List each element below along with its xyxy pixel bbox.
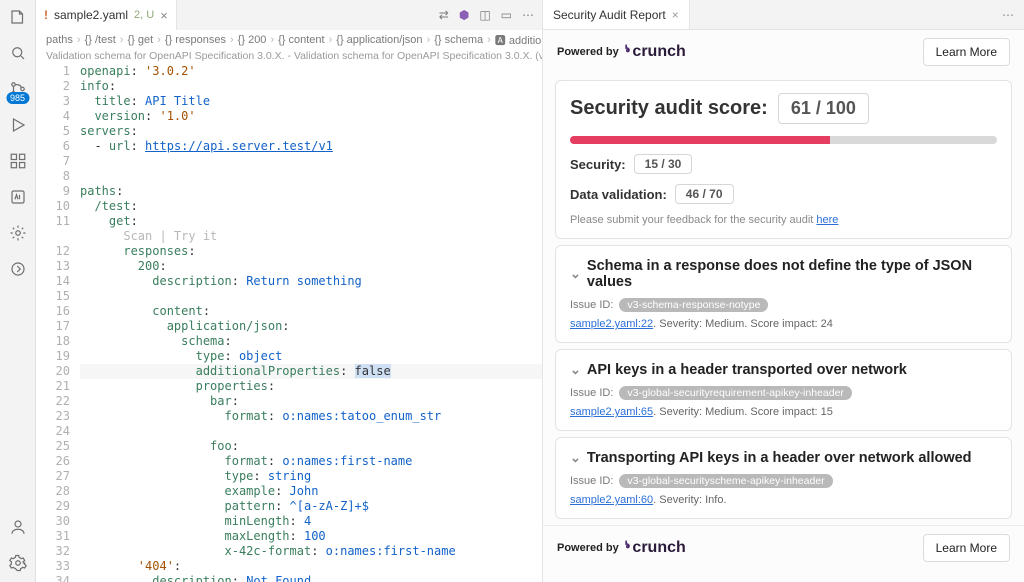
breadcrumb-item[interactable]: {} /test [85,34,116,46]
security-label: Security: [570,157,626,172]
modified-indicator: ! [44,8,48,22]
powered-by-label: Powered by [557,542,619,554]
settings-icon[interactable] [7,552,29,574]
hexagon-icon[interactable]: ⬢ [459,8,469,22]
issue-id-label: Issue ID: [570,387,613,399]
breadcrumb-item[interactable]: {} schema [434,34,483,46]
issue-title: API keys in a header transported over ne… [587,362,907,378]
tab-actions: ⇄ ⬢ ◫ ▭ ⋯ [431,0,542,30]
issue-location-link[interactable]: sample2.yaml:60 [570,494,653,506]
breadcrumb-item[interactable]: {} 200 [238,34,267,46]
breadcrumb[interactable]: paths›{} /test›{} get›{} responses›{} 20… [36,30,542,50]
split-icon[interactable]: ◫ [479,8,490,22]
brand-mark-icon: ᔉ [625,538,631,559]
panel-more-icon[interactable]: ⋯ [992,0,1024,29]
powered-footer: Powered by ᔉ crunch Learn More [543,525,1024,570]
issue-card: ⌄ Schema in a response does not define th… [555,245,1012,343]
powered-by-label: Powered by [557,46,619,58]
tab-sample2[interactable]: ! sample2.yaml 2, U × [36,0,177,30]
close-icon[interactable]: × [672,8,679,22]
score-value: 61 / 100 [778,93,869,124]
brand-logo: ᔉ crunch [625,538,686,559]
api-icon[interactable] [7,186,29,208]
security-panel: Security Audit Report × ⋯ Powered by ᔉ c… [543,0,1024,582]
panel-tab-label: Security Audit Report [553,8,666,22]
code-editor[interactable]: 1234567891011121314151617181920212223242… [36,64,542,582]
search-icon[interactable] [7,42,29,64]
breadcrumb-item[interactable]: 🅰 additionalPr [495,32,542,48]
issue-location-link[interactable]: sample2.yaml:65 [570,406,653,418]
actions-icon[interactable] [7,258,29,280]
feedback-link[interactable]: here [816,214,838,226]
tab-filename: sample2.yaml [54,8,128,22]
breadcrumb-item[interactable]: {} get [127,34,153,46]
debug-icon[interactable] [7,114,29,136]
issue-id-label: Issue ID: [570,475,613,487]
breadcrumb-item[interactable]: paths [46,34,73,46]
score-card: Security audit score: 61 / 100 Security:… [555,80,1012,239]
tab-bar: ! sample2.yaml 2, U × ⇄ ⬢ ◫ ▭ ⋯ [36,0,542,30]
issue-card: ⌄ Transporting API keys in a header over … [555,437,1012,519]
issue-id-value: v3-schema-response-notype [619,298,768,312]
tab-status: 2, U [134,9,154,21]
breadcrumb-item[interactable]: {} application/json [336,34,422,46]
layout-icon[interactable]: ▭ [501,8,512,22]
issue-toggle[interactable]: ⌄ Schema in a response does not define th… [570,258,997,290]
security-value: 15 / 30 [634,154,693,174]
issue-id-value: v3-global-securityscheme-apikey-inheader [619,474,832,488]
score-progress [570,136,997,144]
data-validation-label: Data validation: [570,187,667,202]
powered-header: Powered by ᔉ crunch Learn More [543,30,1024,74]
issue-location-tail: . Severity: Medium. Score impact: 24 [653,318,833,330]
crunch-icon[interactable] [7,222,29,244]
issue-toggle[interactable]: ⌄ API keys in a header transported over n… [570,362,997,378]
brand-mark-icon: ᔉ [625,42,631,63]
issue-location-tail: . Severity: Medium. Score impact: 15 [653,406,833,418]
account-icon[interactable] [7,516,29,538]
issue-id-label: Issue ID: [570,299,613,311]
issue-title: Schema in a response does not define the… [587,258,997,290]
more-icon[interactable]: ⋯ [522,8,534,22]
data-validation-value: 46 / 70 [675,184,734,204]
panel-tab-bar: Security Audit Report × ⋯ [543,0,1024,30]
chevron-down-icon: ⌄ [570,362,581,378]
breadcrumb-item[interactable]: {} content [278,34,325,46]
activity-bar: 985 [0,0,36,582]
scm-icon[interactable]: 985 [7,78,29,100]
learn-more-button[interactable]: Learn More [923,38,1010,66]
panel-tab-security-audit[interactable]: Security Audit Report × [543,0,690,29]
close-icon[interactable]: × [160,8,168,23]
score-title: Security audit score: [570,97,768,120]
brand-logo: ᔉ crunch [625,42,686,63]
issue-id-value: v3-global-securityrequirement-apikey-inh… [619,386,852,400]
scm-badge: 985 [6,92,29,104]
extensions-icon[interactable] [7,150,29,172]
feedback-text: Please submit your feedback for the secu… [570,214,997,226]
explorer-icon[interactable] [7,6,29,28]
editor-pane: ! sample2.yaml 2, U × ⇄ ⬢ ◫ ▭ ⋯ paths›{}… [36,0,543,582]
validation-subheader: Validation schema for OpenAPI Specificat… [36,50,542,64]
issue-card: ⌄ API keys in a header transported over n… [555,349,1012,431]
breadcrumb-item[interactable]: {} responses [165,34,226,46]
issue-toggle[interactable]: ⌄ Transporting API keys in a header over … [570,450,997,466]
issue-title: Transporting API keys in a header over n… [587,450,972,466]
chevron-down-icon: ⌄ [570,450,581,466]
compare-icon[interactable]: ⇄ [439,8,449,22]
chevron-down-icon: ⌄ [570,266,581,282]
learn-more-button[interactable]: Learn More [923,534,1010,562]
issue-location-tail: . Severity: Info. [653,494,726,506]
issue-location-link[interactable]: sample2.yaml:22 [570,318,653,330]
